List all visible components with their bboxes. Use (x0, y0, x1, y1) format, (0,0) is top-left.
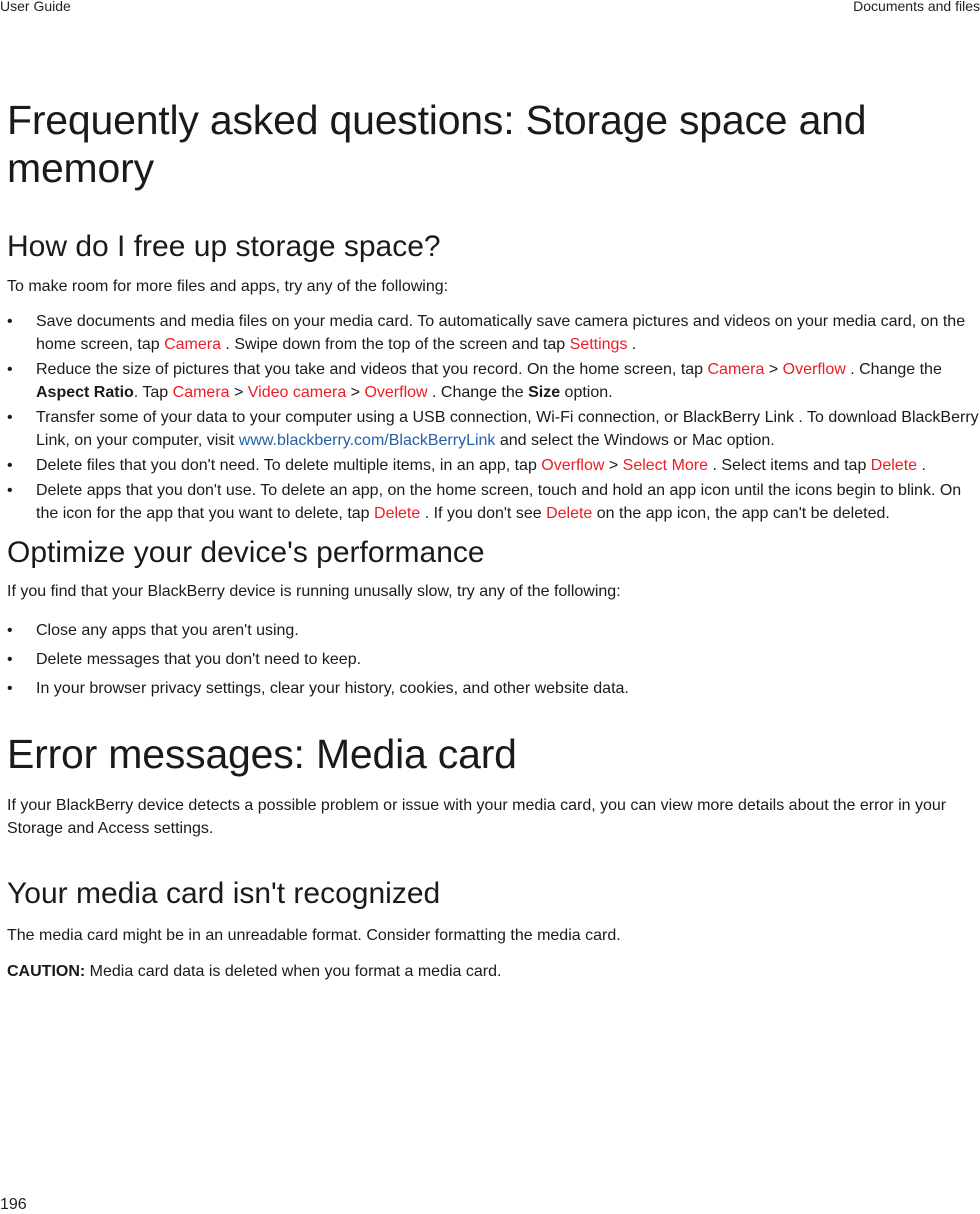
ui-overflow: Overflow (782, 361, 846, 378)
performance-heading: Optimize your device's performance (7, 536, 485, 569)
free-space-heading: How do I free up storage space? (7, 230, 441, 263)
blackberry-link-url[interactable]: www.blackberry.com/BlackBerryLink (239, 432, 496, 449)
list-item: Transfer some of your data to your compu… (7, 406, 979, 452)
running-header-right: Documents and files (853, 0, 980, 14)
caution-label: CAUTION: (7, 963, 86, 980)
list-item: In your browser privacy settings, clear … (7, 677, 979, 700)
not-recognized-text: The media card might be in an unreadable… (7, 927, 621, 944)
caution-note: CAUTION: Media card data is deleted when… (7, 963, 502, 980)
ui-delete: Delete (374, 505, 421, 522)
size-label: Size (528, 384, 561, 401)
ui-camera: Camera (164, 336, 221, 353)
running-header-left: User Guide (0, 0, 71, 14)
ui-camera: Camera (172, 384, 230, 401)
performance-intro: If you find that your BlackBerry device … (7, 583, 621, 600)
list-item: Close any apps that you aren't using. (7, 619, 979, 642)
errors-title: Error messages: Media card (7, 731, 517, 777)
ui-video-camera: Video camera (247, 384, 347, 401)
ui-overflow: Overflow (364, 384, 428, 401)
ui-camera: Camera (707, 361, 765, 378)
errors-intro: If your BlackBerry device detects a poss… (7, 797, 947, 837)
ui-overflow: Overflow (541, 457, 605, 474)
list-item: Delete messages that you don't need to k… (7, 648, 979, 671)
list-item: Save documents and media files on your m… (7, 310, 979, 356)
list-item: Delete files that you don't need. To del… (7, 454, 979, 477)
page-number: 196 (0, 1196, 27, 1213)
list-item: Reduce the size of pictures that you tak… (7, 358, 979, 404)
performance-list: Close any apps that you aren't using. De… (7, 619, 979, 700)
ui-delete: Delete (546, 505, 593, 522)
aspect-ratio-label: Aspect Ratio (36, 384, 134, 401)
ui-delete: Delete (870, 457, 918, 474)
not-recognized-heading: Your media card isn't recognized (7, 877, 441, 910)
free-space-list: Save documents and media files on your m… (7, 310, 979, 525)
free-space-intro: To make room for more files and apps, tr… (7, 278, 449, 295)
page-content: Frequently asked questions: Storage spac… (7, 96, 979, 983)
list-item: Delete apps that you don't use. To delet… (7, 479, 979, 525)
ui-settings: Settings (569, 336, 628, 353)
ui-select-more: Select More (622, 457, 709, 474)
faq-title: Frequently asked questions: Storage spac… (7, 97, 867, 191)
